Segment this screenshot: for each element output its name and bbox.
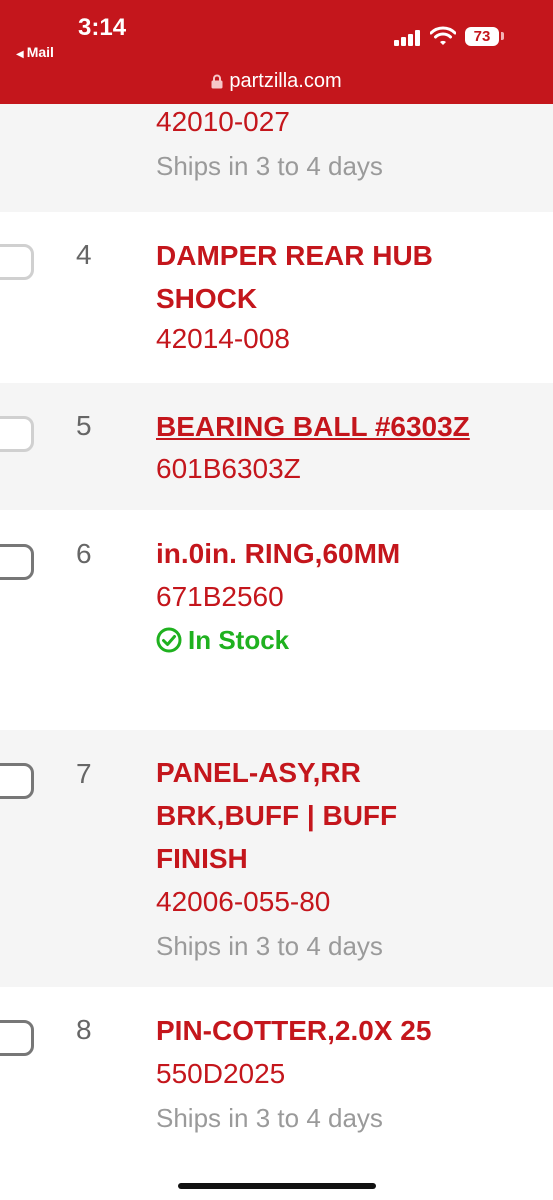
check-circle-icon [156,627,182,653]
part-number: 42006-055-80 [156,886,331,917]
part-number: 42010-027 [156,106,290,137]
part-index: 6 [76,538,92,569]
part-row: 42010-027 Ships in 3 to 4 days [0,104,553,212]
part-row: 8 PIN-COTTER,2.0X 25 550D2025 Ships in 3… [0,987,553,1200]
part-row: 4 DAMPER REAR HUB SHOCK 42014-008 [0,212,553,383]
home-indicator[interactable] [178,1183,376,1189]
part-name-link[interactable]: PANEL-ASY,RR BRK,BUFF | BUFF FINISH [156,751,476,880]
address-bar[interactable]: partzilla.com [0,70,553,93]
browser-top-bar: 3:14 ◀ Mail 73 partzilla.com [0,0,553,104]
battery-tip [501,32,504,40]
part-number: 601B6303Z [156,453,301,484]
back-arrow-icon: ◀ [16,49,24,60]
battery-level: 73 [473,28,491,45]
status-time: 3:14 [78,14,127,41]
part-name-link[interactable]: PIN-COTTER,2.0X 25 [156,1009,526,1052]
part-number: 550D2025 [156,1058,286,1089]
part-row: 6 in.0in. RING,60MM 671B2560 In Stock [0,510,553,730]
part-name-link[interactable]: BEARING BALL #6303Z [156,405,526,448]
url-text: partzilla.com [229,70,342,92]
wifi-icon [430,26,456,45]
part-checkbox[interactable] [0,763,34,799]
availability-text: In Stock [188,625,290,655]
part-number: 42014-008 [156,323,290,354]
part-index: 4 [76,239,92,270]
availability-text: Ships in 3 to 4 days [156,931,383,961]
part-row: 7 PANEL-ASY,RR BRK,BUFF | BUFF FINISH 42… [0,730,553,987]
part-index: 8 [76,1014,92,1045]
cellular-signal-icon [394,30,422,46]
part-checkbox[interactable] [0,544,34,580]
part-checkbox[interactable] [0,244,34,280]
back-to-app-link[interactable]: ◀ Mail [16,44,54,60]
availability-text: Ships in 3 to 4 days [156,1103,383,1133]
back-app-label: Mail [26,44,54,60]
part-checkbox[interactable] [0,416,34,452]
in-stock-status: In Stock [156,625,289,656]
part-index: 5 [76,410,92,441]
lock-icon [211,74,223,89]
part-row: 5 BEARING BALL #6303Z 601B6303Z [0,383,553,510]
part-index: 7 [76,758,92,789]
battery-icon: 73 [465,27,499,46]
part-checkbox[interactable] [0,1020,34,1056]
part-name-link[interactable]: in.0in. RING,60MM [156,532,526,575]
availability-text: Ships in 3 to 4 days [156,151,383,181]
part-number: 671B2560 [156,581,284,612]
part-name-link[interactable]: DAMPER REAR HUB SHOCK [156,234,526,320]
